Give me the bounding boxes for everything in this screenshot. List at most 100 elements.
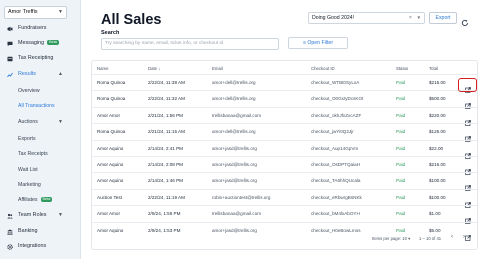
- sidebar-item-fundraisers[interactable]: Fundraisers: [0, 23, 81, 34]
- sidebar-item-integrations[interactable]: Integrations: [0, 241, 81, 252]
- previous-page-button[interactable]: ‹: [451, 234, 453, 240]
- chevron-down-icon[interactable]: ▼: [416, 13, 421, 23]
- chevron-down-icon: ▾: [408, 236, 411, 241]
- open-in-new-icon[interactable]: [465, 129, 471, 143]
- sidebar-subitem-label: Overview: [18, 88, 40, 94]
- cell-name: Amor Aquino: [97, 178, 124, 184]
- pagination-range: 1 – 10 of 41: [419, 236, 442, 241]
- cell-name: Amor Amor: [97, 211, 120, 217]
- column-header-total[interactable]: Total: [429, 66, 438, 71]
- cell-name: Amor Aquino: [97, 162, 124, 167]
- sidebar-item-label: Results: [18, 71, 36, 77]
- sidebar-subitem-label: Affiliates: [18, 197, 38, 203]
- open-filter-button[interactable]: ≡ Open Filter: [288, 37, 348, 49]
- chevron-up-icon: ▲: [58, 71, 63, 77]
- sidebar-subitem-label: Tax Receipts: [18, 151, 48, 157]
- sidebar-item-team-roles[interactable]: Team Roles ▼: [0, 210, 81, 221]
- cell-email: amor+dell@trellis.org: [212, 129, 256, 135]
- row-divider: [92, 123, 477, 125]
- sidebar-item-results[interactable]: Results ▲: [0, 69, 81, 80]
- cell-checkout-id: checkout_okhJfxZxcAZF: [311, 112, 362, 118]
- cell-email: amor+jasd@trellis.org: [212, 145, 257, 151]
- open-in-new-icon[interactable]: [465, 228, 471, 241]
- chevron-down-icon: ▼: [58, 212, 63, 218]
- open-in-new-icon[interactable]: [465, 146, 471, 159]
- cell-checkout-id: checkout_bM4lxAbOYH: [311, 211, 360, 217]
- search-input[interactable]: Try searching by name, email, ticket inf…: [101, 38, 279, 50]
- sort-desc-icon: ↓: [158, 66, 161, 71]
- sidebar-item-tax-receipting[interactable]: Tax Receipting: [0, 53, 81, 64]
- column-header-date-label: Date: [148, 66, 158, 71]
- row-divider: [92, 90, 477, 92]
- event-select-value: Doing Good 2024!: [312, 15, 355, 21]
- row-divider: [92, 221, 477, 223]
- sidebar-subitem-exports[interactable]: Exports: [18, 134, 36, 144]
- column-header-name[interactable]: Name: [97, 66, 108, 71]
- sidebar-subitem-marketing[interactable]: Marketing: [18, 180, 41, 190]
- column-header-date[interactable]: Date ↓: [148, 66, 160, 71]
- sidebar-subitem-tax-receipts[interactable]: Tax Receipts: [18, 149, 48, 159]
- cell-total: $220.00: [429, 112, 446, 118]
- cell-status: Paid: [396, 194, 406, 200]
- rows-per-page-value: 10: [402, 236, 407, 241]
- open-in-new-icon[interactable]: [465, 96, 471, 110]
- search-label: Search: [101, 30, 120, 36]
- sidebar-subitem-all-transactions[interactable]: All Transactions: [18, 101, 55, 111]
- cell-checkout-id: checkout_WTBt0SyLxA: [311, 80, 360, 85]
- cell-status: Paid: [396, 162, 406, 167]
- sidebar-subitem-label: Marketing: [18, 182, 41, 188]
- sidebar-subitem-label: Wait List: [18, 167, 38, 173]
- sidebar-subitem-label: Exports: [18, 136, 36, 142]
- clear-icon[interactable]: ×: [409, 13, 412, 23]
- cell-date: 2/9/24, 1:53 PM: [148, 227, 181, 233]
- bank-icon: [7, 229, 13, 235]
- org-select[interactable]: Amor Treffis ▼: [4, 6, 67, 19]
- refresh-icon[interactable]: [461, 14, 469, 27]
- sidebar-item-label: Messaging: [18, 40, 45, 46]
- row-divider: [92, 156, 477, 157]
- open-in-new-icon[interactable]: [465, 162, 471, 175]
- sidebar-subitem-wait-list[interactable]: Wait List: [18, 165, 38, 175]
- column-header-email[interactable]: Email: [212, 66, 223, 71]
- column-header-status[interactable]: Status: [396, 66, 408, 71]
- event-select[interactable]: Doing Good 2024! × ▼: [308, 12, 425, 24]
- cell-name: Amor Aquino: [97, 227, 124, 233]
- cell-date: 2/9/24, 1:55 PM: [148, 211, 181, 217]
- receipt-icon: [7, 56, 13, 62]
- column-header-checkout-id[interactable]: Checkout ID: [311, 66, 335, 71]
- sidebar-subitem-auctions[interactable]: Auctions ▼: [18, 117, 63, 127]
- cell-total: $100.00: [429, 194, 446, 200]
- cell-date: 2/14/24, 2:08 PM: [148, 162, 183, 167]
- cell-email: amor+jasd@trellis.org: [212, 162, 257, 167]
- cell-checkout-id: checkout_TA6hhQUcala: [311, 178, 361, 184]
- cell-total: $1.00: [429, 211, 441, 217]
- cell-email: amor+dell@trellis.org: [212, 80, 256, 85]
- next-page-button[interactable]: ›: [463, 234, 465, 240]
- cell-status: Paid: [396, 80, 406, 85]
- cell-total: $216.00: [429, 162, 446, 167]
- open-in-new-icon[interactable]: [465, 113, 471, 126]
- cell-status: Paid: [396, 178, 406, 184]
- sidebar-subitem-affiliates[interactable]: Affiliates Beta: [18, 195, 53, 205]
- cell-status: Paid: [396, 96, 406, 102]
- open-in-new-icon[interactable]: [465, 211, 471, 225]
- cell-status: Paid: [396, 112, 406, 118]
- sidebar-subitem-overview[interactable]: Overview: [18, 86, 40, 96]
- sidebar-item-messaging[interactable]: Messaging Beta: [0, 38, 81, 49]
- sidebar-item-banking[interactable]: Banking: [0, 226, 81, 237]
- rows-per-page[interactable]: Items per page: 10 ▾: [372, 236, 410, 241]
- cell-status: Paid: [396, 129, 406, 135]
- sidebar-item-label: Team Roles: [18, 212, 47, 218]
- row-divider: [92, 139, 477, 141]
- page-title: All Sales: [101, 12, 162, 28]
- open-in-new-icon[interactable]: [465, 178, 471, 192]
- sidebar-item-label: Banking: [18, 228, 38, 234]
- megaphone-icon: [7, 26, 13, 32]
- chevron-down-icon: ▼: [58, 9, 63, 15]
- cell-name: Amor Aquino: [97, 145, 124, 151]
- row-divider: [92, 188, 477, 190]
- export-button[interactable]: Export: [429, 12, 457, 24]
- open-in-new-icon[interactable]: [465, 195, 471, 208]
- cell-checkout-id: checkout_Aup14GpVm: [311, 145, 359, 151]
- sidebar-item-label: Fundraisers: [18, 25, 47, 31]
